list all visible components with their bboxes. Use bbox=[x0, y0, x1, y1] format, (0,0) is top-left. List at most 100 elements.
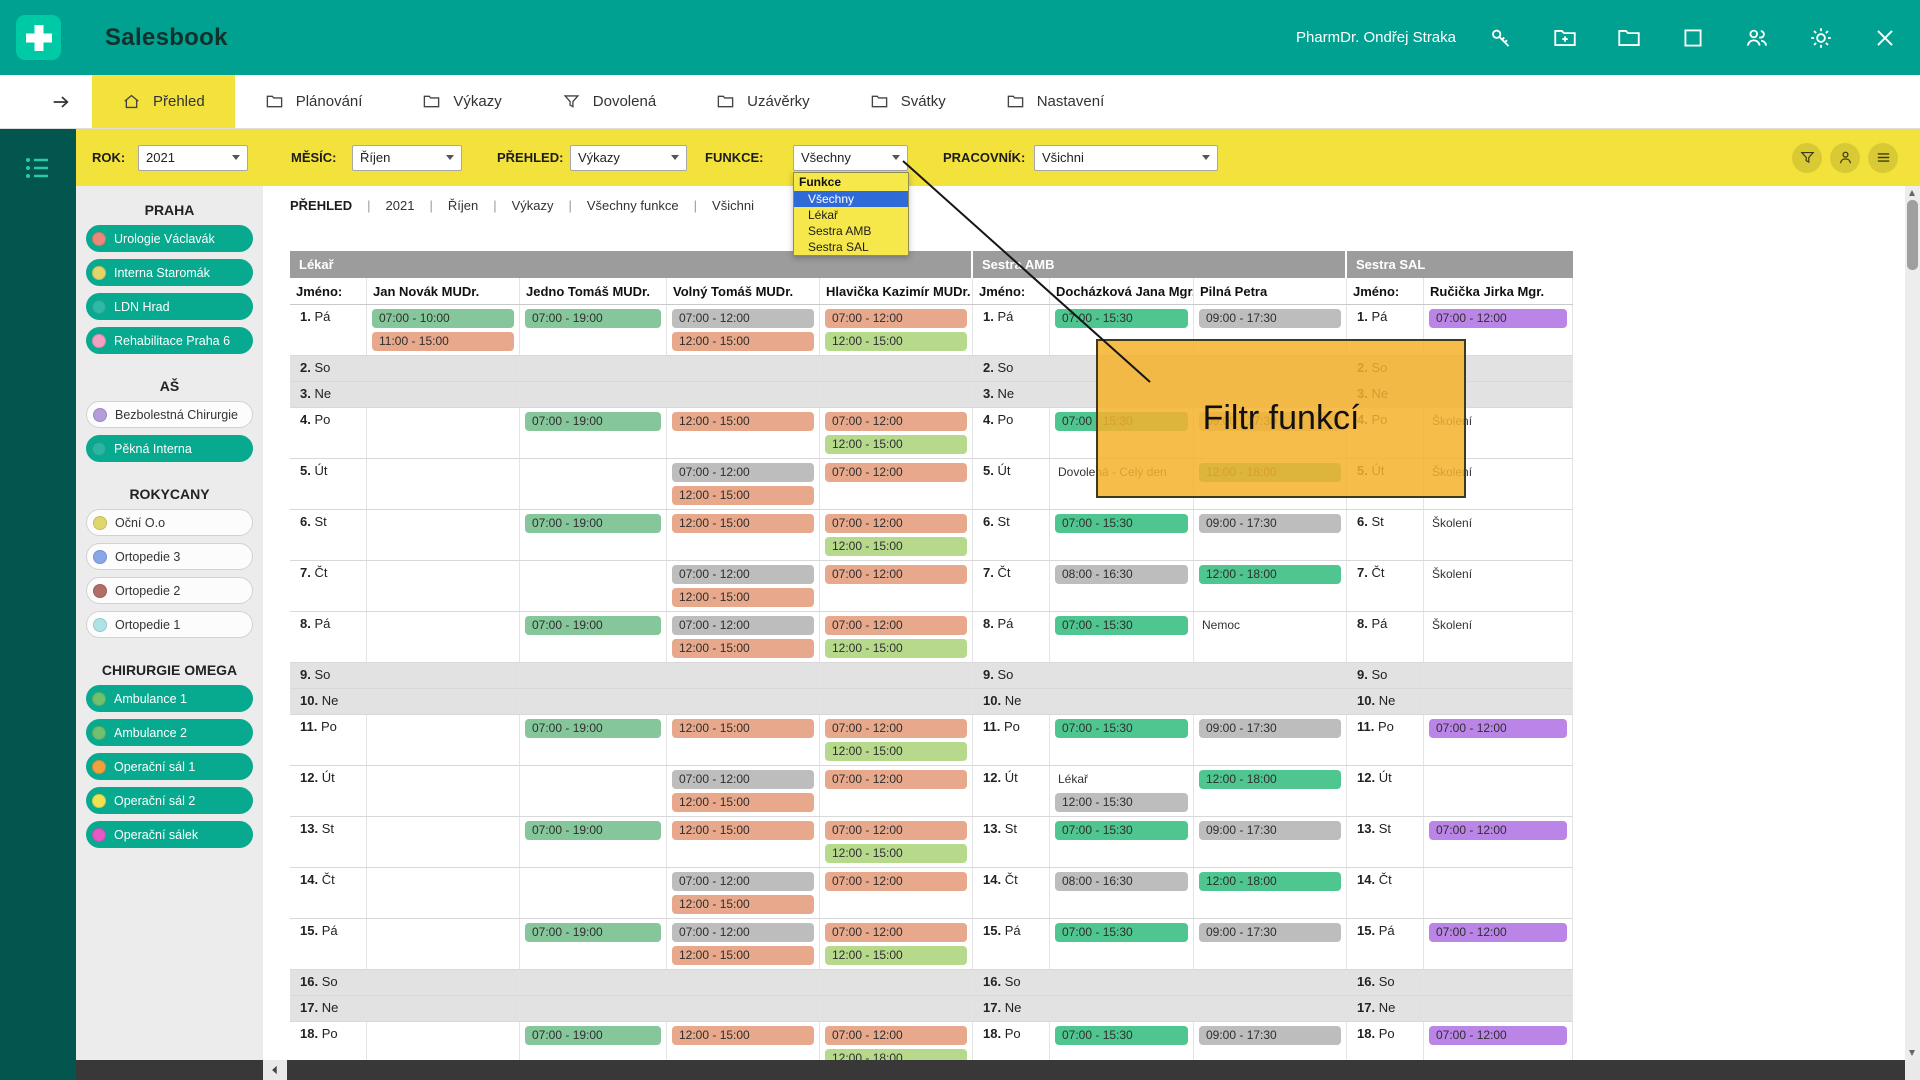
schedule-cell[interactable] bbox=[520, 766, 667, 816]
schedule-cell[interactable]: 07:00 - 15:30 bbox=[1050, 817, 1194, 867]
shift-pill[interactable]: 08:00 - 16:30 bbox=[1055, 565, 1188, 584]
shift-pill[interactable]: 09:00 - 17:30 bbox=[1199, 309, 1341, 328]
schedule-cell[interactable]: 08:00 - 16:30 bbox=[1050, 868, 1194, 918]
schedule-cell[interactable]: 09:00 - 17:30 bbox=[1194, 715, 1347, 765]
shift-pill[interactable]: 12:00 - 15:30 bbox=[1055, 793, 1188, 812]
shift-pill[interactable]: 07:00 - 19:00 bbox=[525, 616, 661, 635]
shift-pill[interactable]: 07:00 - 12:00 bbox=[672, 565, 814, 584]
schedule-cell[interactable]: 07:00 - 10:0011:00 - 15:00 bbox=[367, 305, 520, 355]
key-icon[interactable] bbox=[1488, 25, 1514, 51]
schedule-cell[interactable] bbox=[367, 408, 520, 458]
schedule-cell[interactable]: 08:00 - 16:30 bbox=[1050, 561, 1194, 611]
shift-pill[interactable]: 07:00 - 12:00 bbox=[825, 770, 967, 789]
schedule-cell[interactable]: Školení bbox=[1424, 561, 1573, 611]
list-menu-icon[interactable] bbox=[23, 153, 53, 183]
shift-pill[interactable]: 12:00 - 15:00 bbox=[672, 332, 814, 351]
schedule-cell[interactable]: 09:00 - 17:30 bbox=[1194, 919, 1347, 969]
schedule-cell[interactable] bbox=[1050, 663, 1194, 688]
shift-pill[interactable]: 12:00 - 15:00 bbox=[672, 639, 814, 658]
tab-planovani[interactable]: Plánování bbox=[235, 75, 393, 128]
shift-pill[interactable]: 12:00 - 18:00 bbox=[1199, 770, 1341, 789]
menu-circle-button[interactable] bbox=[1868, 143, 1898, 173]
schedule-cell[interactable] bbox=[367, 1022, 520, 1060]
schedule-cell[interactable]: 07:00 - 19:00 bbox=[520, 919, 667, 969]
tab-vykazy[interactable]: Výkazy bbox=[392, 75, 531, 128]
tab-uzaverky[interactable]: Uzávěrky bbox=[686, 75, 840, 128]
sidebar-item[interactable]: Ambulance 1 bbox=[86, 685, 253, 712]
sidebar-item[interactable]: Ortopedie 1 bbox=[86, 611, 253, 638]
shift-pill[interactable]: 07:00 - 15:30 bbox=[1055, 309, 1188, 328]
schedule-note[interactable]: Školení bbox=[1429, 616, 1567, 635]
schedule-cell[interactable]: 07:00 - 19:00 bbox=[520, 817, 667, 867]
shift-pill[interactable]: 09:00 - 17:30 bbox=[1199, 1026, 1341, 1045]
schedule-cell[interactable]: 07:00 - 12:0012:00 - 15:00 bbox=[667, 766, 820, 816]
shift-pill[interactable]: 12:00 - 15:00 bbox=[825, 537, 967, 556]
schedule-cell[interactable]: 07:00 - 12:00 bbox=[1424, 817, 1573, 867]
filter-circle-button[interactable] bbox=[1792, 143, 1822, 173]
shift-pill[interactable]: 12:00 - 15:00 bbox=[825, 332, 967, 351]
schedule-cell[interactable]: Školení bbox=[1424, 612, 1573, 662]
vertical-scroll-thumb[interactable] bbox=[1907, 200, 1918, 270]
schedule-cell[interactable] bbox=[367, 970, 520, 995]
close-icon[interactable] bbox=[1872, 25, 1898, 51]
shift-pill[interactable]: 07:00 - 15:30 bbox=[1055, 514, 1188, 533]
schedule-cell[interactable]: 07:00 - 15:30 bbox=[1050, 612, 1194, 662]
schedule-cell[interactable]: 12:00 - 15:00 bbox=[667, 715, 820, 765]
shift-pill[interactable]: 07:00 - 12:00 bbox=[825, 1026, 967, 1045]
shift-pill[interactable]: 12:00 - 15:00 bbox=[672, 1026, 814, 1045]
schedule-cell[interactable] bbox=[667, 996, 820, 1021]
schedule-cell[interactable]: 07:00 - 12:00 bbox=[1424, 919, 1573, 969]
shift-pill[interactable]: 07:00 - 12:00 bbox=[825, 412, 967, 431]
schedule-cell[interactable]: 07:00 - 12:00 bbox=[820, 766, 973, 816]
shift-pill[interactable]: 12:00 - 15:00 bbox=[672, 588, 814, 607]
schedule-cell[interactable] bbox=[1194, 970, 1347, 995]
shift-pill[interactable]: 07:00 - 12:00 bbox=[672, 770, 814, 789]
sidebar-item[interactable]: Interna Staromák bbox=[86, 259, 253, 286]
filter-select-rok[interactable]: 2021 bbox=[138, 145, 248, 171]
shift-pill[interactable]: 12:00 - 15:00 bbox=[825, 844, 967, 863]
sidebar-item[interactable]: Oční O.o bbox=[86, 509, 253, 536]
shift-pill[interactable]: 09:00 - 17:30 bbox=[1199, 923, 1341, 942]
shift-pill[interactable]: 12:00 - 15:00 bbox=[672, 946, 814, 965]
schedule-cell[interactable] bbox=[367, 663, 520, 688]
schedule-cell[interactable]: Nemoc bbox=[1194, 612, 1347, 662]
sidebar-item[interactable]: Bezbolestná Chirurgie bbox=[86, 401, 253, 428]
sidebar-item[interactable]: Ortopedie 2 bbox=[86, 577, 253, 604]
schedule-cell[interactable]: 07:00 - 19:00 bbox=[520, 305, 667, 355]
shift-pill[interactable]: 07:00 - 12:00 bbox=[825, 872, 967, 891]
schedule-cell[interactable] bbox=[667, 356, 820, 381]
schedule-cell[interactable]: 12:00 - 18:00 bbox=[1194, 766, 1347, 816]
dropdown-option[interactable]: Sestra AMB bbox=[794, 223, 908, 239]
shift-pill[interactable]: 12:00 - 15:00 bbox=[672, 895, 814, 914]
schedule-cell[interactable] bbox=[520, 689, 667, 714]
filter-select-prehled[interactable]: Výkazy bbox=[570, 145, 687, 171]
schedule-cell[interactable] bbox=[520, 356, 667, 381]
folder-icon[interactable] bbox=[1616, 25, 1642, 51]
shift-pill[interactable]: 07:00 - 12:00 bbox=[825, 616, 967, 635]
schedule-note[interactable]: Lékař bbox=[1055, 770, 1188, 789]
schedule-cell[interactable] bbox=[1194, 996, 1347, 1021]
schedule-cell[interactable] bbox=[667, 689, 820, 714]
schedule-cell[interactable] bbox=[1424, 689, 1573, 714]
schedule-cell[interactable]: 07:00 - 19:00 bbox=[520, 612, 667, 662]
shift-pill[interactable]: 07:00 - 12:00 bbox=[672, 872, 814, 891]
shift-pill[interactable]: 07:00 - 12:00 bbox=[672, 463, 814, 482]
schedule-cell[interactable]: 07:00 - 12:00 12:00 - 15:00 bbox=[667, 561, 820, 611]
user-circle-button[interactable] bbox=[1830, 143, 1860, 173]
shift-pill[interactable]: 07:00 - 12:00 bbox=[1429, 1026, 1567, 1045]
schedule-cell[interactable] bbox=[1194, 663, 1347, 688]
schedule-cell[interactable]: 07:00 - 12:0012:00 - 15:00 bbox=[667, 612, 820, 662]
shift-pill[interactable]: 12:00 - 15:00 bbox=[825, 742, 967, 761]
schedule-cell[interactable]: 07:00 - 12:0012:00 - 15:00 bbox=[820, 919, 973, 969]
schedule-cell[interactable] bbox=[367, 689, 520, 714]
shift-pill[interactable]: 08:00 - 16:30 bbox=[1055, 872, 1188, 891]
schedule-cell[interactable]: 12:00 - 15:00 bbox=[667, 817, 820, 867]
forward-arrow-icon[interactable] bbox=[50, 91, 72, 113]
schedule-cell[interactable] bbox=[1424, 766, 1573, 816]
shift-pill[interactable]: 07:00 - 12:00 bbox=[825, 565, 967, 584]
dropdown-option[interactable]: Všechny bbox=[794, 191, 908, 207]
shift-pill[interactable]: 07:00 - 19:00 bbox=[525, 923, 661, 942]
schedule-cell[interactable]: 07:00 - 12:00 12:00 - 15:00 bbox=[820, 510, 973, 560]
shift-pill[interactable]: 07:00 - 12:00 bbox=[825, 514, 967, 533]
schedule-cell[interactable]: 07:00 - 12:0012:00 - 15:00 bbox=[820, 612, 973, 662]
